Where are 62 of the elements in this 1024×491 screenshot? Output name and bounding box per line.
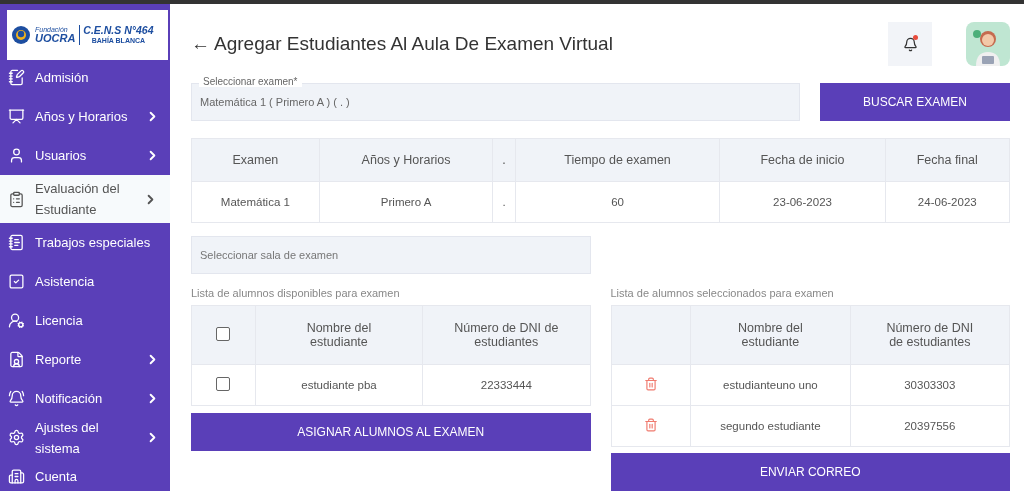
exam-room-select-field[interactable]: Seleccionar sala de examen [191,236,591,275]
notebook-icon [8,234,25,251]
logo-text: UOCRA [35,33,76,44]
column-header: Fecha final [885,138,1010,182]
sidebar-item[interactable]: Usuarios [0,136,170,175]
search-exam-button[interactable]: BUSCAR EXAMEN [820,82,1010,121]
sidebar-item[interactable]: Ajustes del sistema [0,418,170,457]
table-cell: Matemática 1 [191,181,320,223]
table-cell: estudianteuno uno [690,364,851,406]
avatar[interactable] [966,22,1010,66]
checkbox-icon [8,273,25,290]
column-header: Nombre del estudiante [255,305,423,365]
notebook-pen-icon [8,69,25,86]
send-email-button[interactable]: ENVIAR CORREO [610,453,1010,491]
table-cell: 22333444 [422,364,590,406]
column-header: Número de DNI de estudiantes [422,305,590,365]
column-header: . [492,138,516,182]
assign-students-button[interactable]: ASIGNAR ALUMNOS AL EXAMEN [191,413,591,451]
sidebar-item[interactable]: Años y Horarios [0,97,170,136]
sidebar-item[interactable]: Admisión [0,58,170,97]
table-cell: . [492,181,516,223]
sidebar-item[interactable]: Cuenta [0,457,170,491]
settings-icon [8,429,25,446]
checkbox[interactable] [216,377,231,391]
page-title: Agregar Estudiantes Al Aula De Examen Virtual [214,33,614,55]
user-gear-icon [8,312,25,329]
table-cell: 24-06-2023 [885,181,1010,223]
back-arrow[interactable]: ← [191,33,210,55]
table-cell: 30303303 [850,364,1010,406]
table-cell: 20397556 [850,405,1010,447]
building-icon [8,468,25,485]
checkbox[interactable] [216,326,231,341]
table-cell: estudiante pba [255,364,423,406]
delete-icon[interactable] [643,418,658,432]
sidebar-item[interactable]: Trabajos especiales [0,223,170,262]
sidebar-item[interactable]: Asistencia [0,262,170,301]
column-header: Número de DNI de estudiantes [850,305,1010,365]
report-icon [8,351,25,368]
list-title: Lista de alumnos seleccionados para examen [610,287,835,299]
column-header: Tiempo de examen [515,138,720,182]
field-label: Seleccionar examen* [199,75,302,87]
column-header: Fecha de inicio [720,138,886,182]
sidebar-item[interactable]: Reporte [0,340,170,379]
column-header: Examen [191,138,320,182]
sidebar-item[interactable]: Evaluación del Estudiante [0,175,170,223]
bell-icon [902,36,918,52]
table-cell: Primero A [319,181,493,223]
table-cell: 23-06-2023 [720,181,886,223]
user-icon [8,147,25,164]
sidebar-item[interactable]: Notificación [0,379,170,418]
sidebar-item[interactable]: Licencia [0,301,170,340]
delete-icon[interactable] [643,377,658,391]
presentation-icon [8,108,25,125]
column-header: Años y Horarios [319,138,493,182]
table-cell: segundo estudiante [690,405,851,447]
bell-icon [8,390,25,407]
table-cell: 60 [515,181,720,223]
notification-button[interactable] [888,22,932,66]
list-title: Lista de alumnos disponibles para examen [191,287,401,299]
logo-text: C.E.N.S N°464 [83,25,154,37]
clipboard-icon [8,190,25,208]
column-header: Nombre del estudiante [690,305,851,365]
